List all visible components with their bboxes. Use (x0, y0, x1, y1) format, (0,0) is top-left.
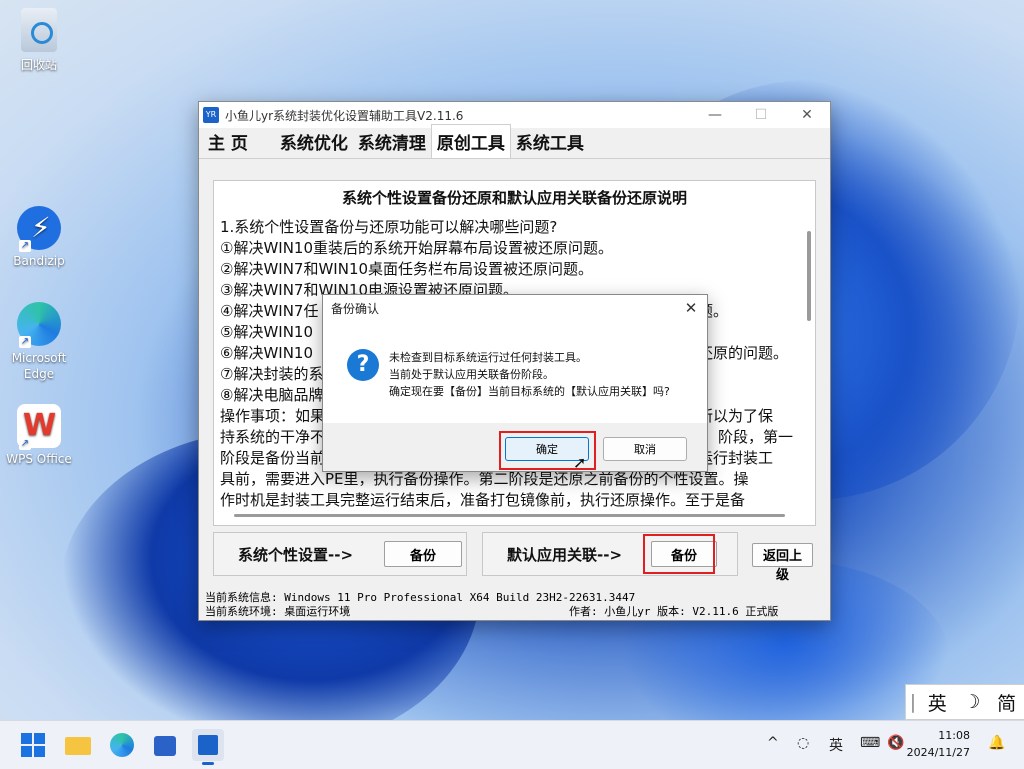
mouse-cursor-icon: ➚ (573, 453, 587, 472)
back-button[interactable]: 返回上级 (752, 543, 813, 583)
dialog-message: 未检查到目标系统运行过任何封装工具。 当前处于默认应用关联备份阶段。 确定现在要… (389, 349, 670, 400)
desktop-icon-label: WPS Office (6, 452, 72, 466)
moon-icon[interactable]: ☽ (955, 691, 990, 713)
highlight-box (643, 534, 715, 574)
clock-time: 11:08 (938, 729, 970, 742)
dialog-message-line: 确定现在要【备份】当前目标系统的【默认应用关联】吗? (389, 385, 670, 398)
dialog-message-line: 当前处于默认应用关联备份阶段。 (389, 368, 554, 381)
tab-cleanup[interactable]: 系统清理 (353, 125, 431, 158)
text-line: ①解决WIN10重装后的系统开始屏幕布局设置被还原问题。 (220, 239, 614, 257)
start-button[interactable] (17, 729, 49, 761)
dialog-message-line: 未检查到目标系统运行过任何封装工具。 (389, 351, 587, 364)
taskbar: ^ ◌ 英 ⌨ 🔇 11:08 2024/11/27 🔔 (0, 720, 1024, 769)
clock-date: 2024/11/27 (906, 746, 970, 759)
edge-icon: ↗ (17, 302, 61, 348)
tab-system-tools[interactable]: 系统工具 (511, 125, 589, 158)
window-title: 小鱼儿yr系统封装优化设置辅助工具V2.11.6 (225, 108, 464, 123)
bandizip-icon: ⚡ ↗ (17, 206, 61, 252)
tray-chevron-icon[interactable]: ^ (767, 735, 779, 751)
backup-confirm-dialog: 备份确认 ✕ ? 未检查到目标系统运行过任何封装工具。 当前处于默认应用关联备份… (322, 294, 708, 472)
desktop-icon-label: Microsoft Edge (11, 351, 67, 381)
network-icon[interactable]: ◌ (797, 735, 809, 751)
personal-settings-label: 系统个性设置--> (238, 545, 354, 564)
dialog-title-bar[interactable]: 备份确认 ✕ (323, 295, 707, 321)
system-clock[interactable]: 11:08 2024/11/27 (907, 727, 970, 761)
horizontal-scrollbar[interactable] (234, 514, 785, 517)
app-logo-icon: YR (203, 107, 219, 123)
tray-ime-indicator[interactable]: 英 (829, 735, 843, 755)
cancel-button[interactable]: 取消 (603, 437, 687, 461)
question-icon: ? (347, 349, 379, 381)
ime-separator: | (909, 691, 917, 713)
shortcut-arrow-icon: ↗ (19, 240, 31, 252)
ime-toolbar: | 英 ☽ 简 (905, 684, 1024, 720)
desktop-icon-wps[interactable]: W ↗ WPS Office (2, 404, 76, 466)
personal-settings-backup-button[interactable]: 备份 (384, 541, 462, 567)
author-version-text: 作者: 小鱼儿yr 版本: V2.11.6 正式版 (569, 605, 779, 618)
desktop-icon-bandizip[interactable]: ⚡ ↗ Bandizip (2, 206, 76, 268)
shortcut-arrow-icon: ↗ (19, 336, 31, 348)
recycle-bin-icon (21, 8, 57, 52)
tab-original-tools[interactable]: 原创工具 (430, 124, 511, 158)
environment-text: 当前系统环境: 桌面运行环境 (205, 605, 351, 618)
panel-title: 系统个性设置备份还原和默认应用关联备份还原说明 (341, 189, 687, 207)
text-line: ②解决WIN7和WIN10桌面任务栏布局设置被还原问题。 (220, 260, 594, 278)
app-taskbar-icon[interactable] (192, 729, 224, 765)
notification-bell-icon[interactable]: 🔔 (988, 735, 1005, 751)
tab-optimize[interactable]: 系统优化 (275, 125, 353, 158)
default-app-assoc-label: 默认应用关联--> (507, 545, 623, 564)
dialog-title: 备份确认 (331, 301, 380, 316)
desktop-icon-recycle-bin[interactable]: 回收站 (2, 8, 76, 73)
ime-script-toggle[interactable]: 简 (989, 689, 1024, 716)
ime-language-toggle[interactable]: 英 (920, 689, 955, 716)
text-line: 具前，需要进入PE里，执行备份操作。第二阶段是还原之前备份的个性设置。操 (220, 470, 749, 488)
minimize-button[interactable]: — (692, 107, 738, 123)
desktop-icon-label: 回收站 (20, 58, 57, 72)
wps-icon: W ↗ (17, 404, 61, 450)
text-line: 作时机是封装工具完整运行结束后，准备打包镜像前，执行还原操作。至于是备 (220, 491, 746, 509)
dialog-close-button[interactable]: ✕ (675, 299, 707, 317)
ime-settings-icon[interactable]: ⌨ (860, 735, 880, 751)
tab-strip: 主 页 系统优化 系统清理 原创工具 系统工具 (199, 124, 830, 159)
text-line: 1.系统个性设置备份与还原功能可以解决哪些问题? (220, 218, 558, 236)
maximize-button[interactable]: ☐ (738, 107, 784, 123)
vertical-scrollbar[interactable] (807, 231, 811, 321)
speaker-muted-icon[interactable]: 🔇 (887, 735, 904, 751)
desktop-icon-edge[interactable]: ↗ Microsoft Edge (2, 302, 76, 382)
close-button[interactable]: ✕ (784, 107, 830, 123)
file-explorer-icon[interactable] (62, 729, 94, 761)
shortcut-arrow-icon: ↗ (19, 438, 31, 450)
desktop-icon-label: Bandizip (13, 254, 65, 268)
personal-settings-group: 系统个性设置--> 备份 (213, 532, 467, 576)
store-icon[interactable] (149, 729, 181, 761)
edge-icon[interactable] (106, 729, 138, 761)
tab-home[interactable]: 主 页 (203, 125, 253, 158)
